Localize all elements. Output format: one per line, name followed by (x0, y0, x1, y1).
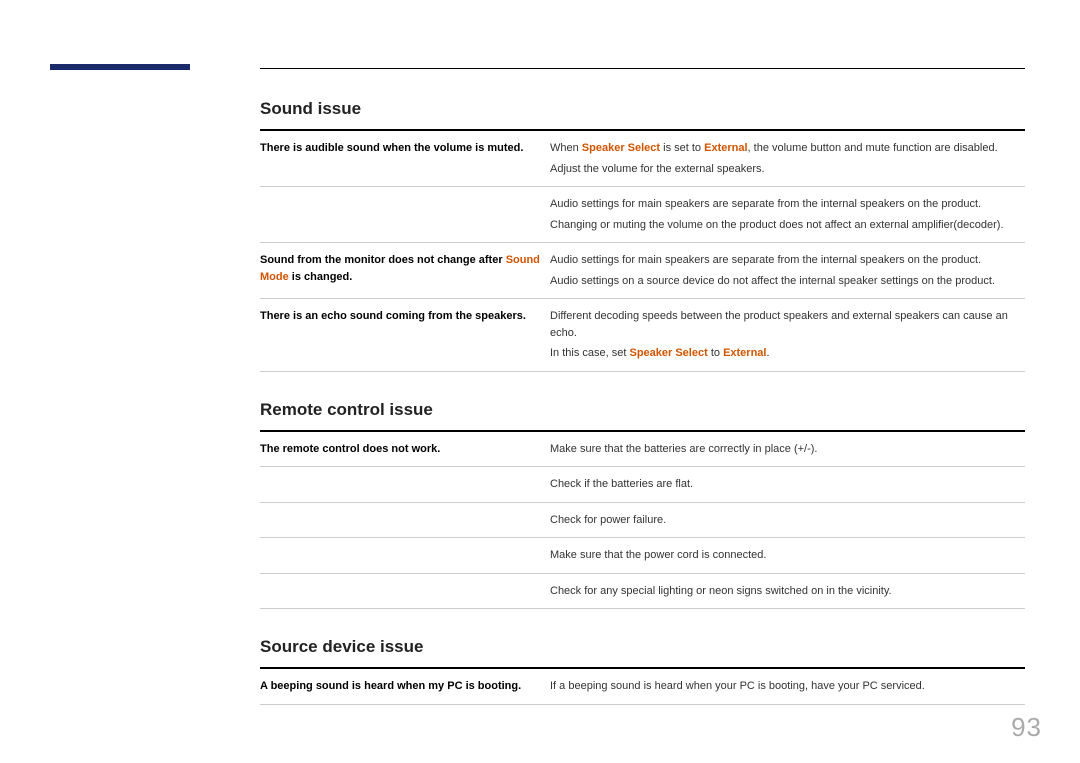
issue-solution: When Speaker Select is set to External, … (550, 140, 1025, 177)
issue-solution: Check for power failure. (550, 512, 1025, 529)
top-rule (260, 68, 1025, 69)
solution-line: Audio settings on a source device do not… (550, 273, 1025, 290)
solution-line: Audio settings for main speakers are sep… (550, 252, 1025, 269)
issue-solution: Check for any special lighting or neon s… (550, 583, 1025, 600)
table-row: Sound from the monitor does not change a… (260, 243, 1025, 299)
issue-label: A beeping sound is heard when my PC is b… (260, 678, 550, 695)
issue-label: There is audible sound when the volume i… (260, 140, 550, 157)
issue-label: The remote control does not work. (260, 441, 550, 458)
table-row: A beeping sound is heard when my PC is b… (260, 669, 1025, 705)
accent-bar (50, 64, 190, 70)
solution-line: Adjust the volume for the external speak… (550, 161, 1025, 178)
table-row: Check if the batteries are flat. (260, 467, 1025, 503)
section-title-sound: Sound issue (260, 99, 1025, 119)
solution-line: When Speaker Select is set to External, … (550, 140, 1025, 157)
table-row: Make sure that the power cord is connect… (260, 538, 1025, 574)
table-row: The remote control does not work. Make s… (260, 432, 1025, 468)
table-row: There is an echo sound coming from the s… (260, 299, 1025, 372)
solution-line: Audio settings for main speakers are sep… (550, 196, 1025, 213)
issue-solution: Make sure that the batteries are correct… (550, 441, 1025, 458)
section-title-remote: Remote control issue (260, 400, 1025, 420)
solution-line: In this case, set Speaker Select to Exte… (550, 345, 1025, 362)
issue-label: There is an echo sound coming from the s… (260, 308, 550, 325)
table-row: Audio settings for main speakers are sep… (260, 186, 1025, 243)
table-row: There is audible sound when the volume i… (260, 131, 1025, 186)
issue-solution: Make sure that the power cord is connect… (550, 547, 1025, 564)
page-content: Sound issue There is audible sound when … (260, 64, 1025, 705)
issue-solution: Audio settings for main speakers are sep… (550, 196, 1025, 233)
solution-line: Different decoding speeds between the pr… (550, 308, 1025, 341)
section-title-source: Source device issue (260, 637, 1025, 657)
issue-solution: Audio settings for main speakers are sep… (550, 252, 1025, 289)
page-number: 93 (1011, 712, 1042, 743)
table-row: Check for power failure. (260, 503, 1025, 539)
issue-solution: Different decoding speeds between the pr… (550, 308, 1025, 362)
issue-label: Sound from the monitor does not change a… (260, 252, 550, 285)
issue-solution: Check if the batteries are flat. (550, 476, 1025, 493)
table-row: Check for any special lighting or neon s… (260, 574, 1025, 610)
solution-line: Changing or muting the volume on the pro… (550, 217, 1025, 234)
issue-solution: If a beeping sound is heard when your PC… (550, 678, 1025, 695)
